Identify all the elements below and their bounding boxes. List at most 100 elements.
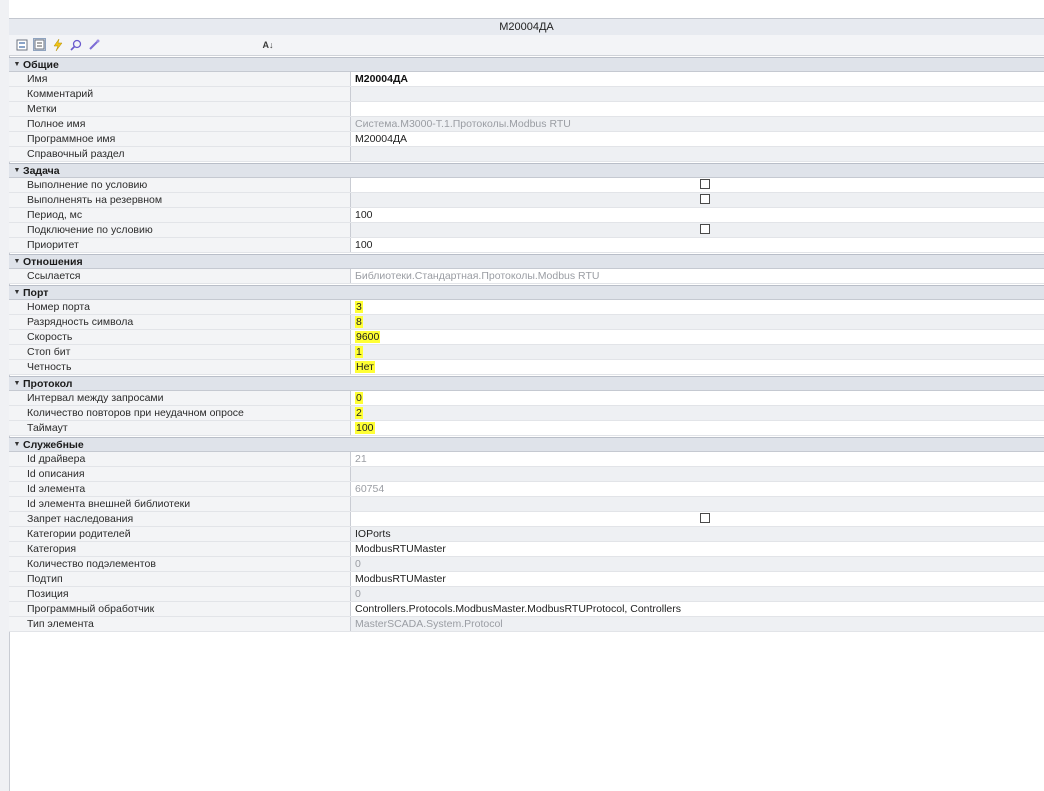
property-value[interactable]: 60754 (351, 482, 1044, 496)
edit-icon[interactable] (87, 38, 100, 51)
property-row[interactable]: Ссылается Библиотеки.Стандартная.Протокол… (9, 269, 1044, 284)
property-row[interactable]: Количество подэлементов 0 (9, 557, 1044, 572)
property-value[interactable]: 1 (351, 345, 1044, 359)
property-value[interactable]: Нет (351, 360, 1044, 374)
property-row[interactable]: Количество повторов при неудачном опросе… (9, 406, 1044, 421)
property-value[interactable] (351, 193, 1044, 207)
property-row[interactable]: Номер порта 3 (9, 300, 1044, 315)
property-row[interactable]: Полное имя Система.М3000-Т.1.Протоколы.Mo… (9, 117, 1044, 132)
property-label: Выполненять на резервном (9, 193, 351, 207)
collapse-caret-icon[interactable]: ▼ (11, 441, 23, 448)
property-value[interactable]: 0 (351, 587, 1044, 601)
property-row[interactable]: Категория ModbusRTUMaster (9, 542, 1044, 557)
property-row[interactable]: Id драйвера 21 (9, 452, 1044, 467)
categorized-view-icon[interactable] (15, 38, 28, 51)
property-value[interactable]: 21 (351, 452, 1044, 466)
property-row[interactable]: Четность Нет (9, 360, 1044, 375)
property-value[interactable] (351, 178, 1044, 192)
collapse-caret-icon[interactable]: ▼ (11, 380, 23, 387)
property-value[interactable]: 3 (351, 300, 1044, 314)
property-value[interactable]: Система.М3000-Т.1.Протоколы.Modbus RTU (351, 117, 1044, 131)
property-label: Интервал между запросами (9, 391, 351, 405)
property-row[interactable]: Скорость 9600 (9, 330, 1044, 345)
property-value[interactable]: ModbusRTUMaster (351, 542, 1044, 556)
collapse-caret-icon[interactable]: ▼ (11, 167, 23, 174)
checkbox[interactable] (700, 179, 710, 189)
checkbox[interactable] (700, 224, 710, 234)
property-value[interactable]: 9600 (351, 330, 1044, 344)
property-row[interactable]: Приоритет 100 (9, 238, 1044, 253)
property-row[interactable]: Период, мс 100 (9, 208, 1044, 223)
property-label: Выполнение по условию (9, 178, 351, 192)
group-header[interactable]: ▼ Протокол (9, 376, 1044, 391)
property-row[interactable]: Выполнение по условию (9, 178, 1044, 193)
property-row[interactable]: Id описания (9, 467, 1044, 482)
property-row[interactable]: Стоп бит 1 (9, 345, 1044, 360)
property-label: Метки (9, 102, 351, 116)
property-row[interactable]: Комментарий (9, 87, 1044, 102)
property-label: Программный обработчик (9, 602, 351, 616)
search-icon[interactable] (69, 38, 82, 51)
property-row[interactable]: Таймаут 100 (9, 421, 1044, 436)
property-value[interactable]: 2 (351, 406, 1044, 420)
property-value[interactable]: Библиотеки.Стандартная.Протоколы.Modbus … (351, 269, 1044, 283)
property-row[interactable]: Программный обработчик Controllers.Protoc… (9, 602, 1044, 617)
property-value-text: 100 (355, 209, 373, 221)
property-row[interactable]: Выполненять на резервном (9, 193, 1044, 208)
property-value[interactable] (351, 512, 1044, 526)
property-row[interactable]: Подтип ModbusRTUMaster (9, 572, 1044, 587)
sort-az-icon[interactable]: A↓ (261, 38, 275, 51)
property-row[interactable]: Справочный раздел (9, 147, 1044, 162)
property-row[interactable]: Интервал между запросами 0 (9, 391, 1044, 406)
property-value[interactable]: 8 (351, 315, 1044, 329)
property-value[interactable]: М20004ДА (351, 132, 1044, 146)
property-label: Id элемента внешней библиотеки (9, 497, 351, 511)
property-row[interactable]: Запрет наследования (9, 512, 1044, 527)
group-header[interactable]: ▼ Задача (9, 163, 1044, 178)
property-value[interactable]: 100 (351, 238, 1044, 252)
property-value[interactable]: 100 (351, 208, 1044, 222)
property-label: Справочный раздел (9, 147, 351, 161)
property-value[interactable]: ModbusRTUMaster (351, 572, 1044, 586)
checkbox[interactable] (700, 513, 710, 523)
property-row[interactable]: Разрядность символа 8 (9, 315, 1044, 330)
property-value[interactable] (351, 87, 1044, 101)
events-icon[interactable] (51, 38, 64, 51)
property-value[interactable] (351, 467, 1044, 481)
property-row[interactable]: Тип элемента MasterSCADA.System.Protocol (9, 617, 1044, 632)
collapse-caret-icon[interactable]: ▼ (11, 258, 23, 265)
property-label: Id драйвера (9, 452, 351, 466)
property-row[interactable]: Метки (9, 102, 1044, 117)
property-row[interactable]: Категории родителей IOPorts (9, 527, 1044, 542)
property-value-text: Библиотеки.Стандартная.Протоколы.Modbus … (355, 270, 600, 282)
property-value[interactable] (351, 497, 1044, 511)
property-value[interactable]: IOPorts (351, 527, 1044, 541)
property-row[interactable]: Id элемента внешней библиотеки (9, 497, 1044, 512)
property-row[interactable]: Позиция 0 (9, 587, 1044, 602)
property-value[interactable]: М20004ДА (351, 72, 1044, 86)
property-value[interactable] (351, 223, 1044, 237)
collapse-caret-icon[interactable]: ▼ (11, 289, 23, 296)
property-label: Количество повторов при неудачном опросе (9, 406, 351, 420)
property-label: Четность (9, 360, 351, 374)
group-header[interactable]: ▼ Служебные (9, 437, 1044, 452)
property-value[interactable] (351, 147, 1044, 161)
checkbox[interactable] (700, 194, 710, 204)
group-header[interactable]: ▼ Общие (9, 57, 1044, 72)
property-row[interactable]: Id элемента 60754 (9, 482, 1044, 497)
property-label: Программное имя (9, 132, 351, 146)
property-value[interactable]: Controllers.Protocols.ModbusMaster.Modbu… (351, 602, 1044, 616)
property-row[interactable]: Программное имя М20004ДА (9, 132, 1044, 147)
property-row[interactable]: Имя М20004ДА (9, 72, 1044, 87)
property-value[interactable]: 0 (351, 557, 1044, 571)
property-value[interactable]: MasterSCADA.System.Protocol (351, 617, 1044, 631)
property-value[interactable]: 0 (351, 391, 1044, 405)
property-value[interactable] (351, 102, 1044, 116)
group-header[interactable]: ▼ Отношения (9, 254, 1044, 269)
collapse-caret-icon[interactable]: ▼ (11, 61, 23, 68)
property-row[interactable]: Подключение по условию (9, 223, 1044, 238)
property-label: Стоп бит (9, 345, 351, 359)
properties-view-icon[interactable] (33, 38, 46, 51)
group-header[interactable]: ▼ Порт (9, 285, 1044, 300)
property-value[interactable]: 100 (351, 421, 1044, 435)
